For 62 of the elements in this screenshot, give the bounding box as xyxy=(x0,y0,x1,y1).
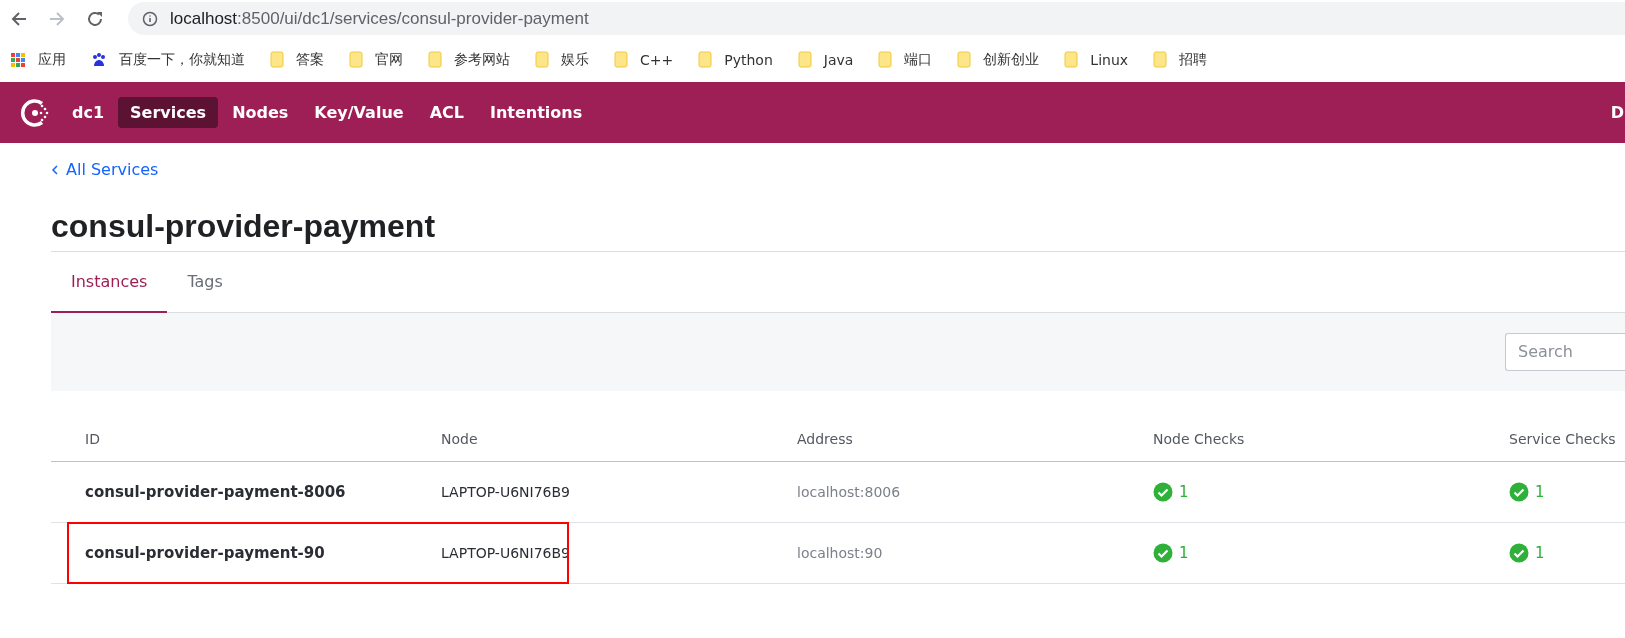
check-count: 1 xyxy=(1535,482,1545,501)
nav-item[interactable]: Nodes xyxy=(220,97,301,128)
column-header: Node xyxy=(441,430,479,447)
bookmark[interactable]: 招聘 xyxy=(1153,50,1208,69)
folder-icon xyxy=(878,51,893,68)
bookmark[interactable]: 参考网站 xyxy=(428,50,510,69)
folder-icon xyxy=(1064,51,1079,68)
page-title: consul-provider-payment xyxy=(51,207,1625,252)
nav-item[interactable]: ACL xyxy=(417,97,476,128)
check-count: 1 xyxy=(1179,543,1189,562)
table-cell-text: localhost:90 xyxy=(797,544,884,561)
url-text: localhost:8500/ui/dc1/services/consul-provider-payment xyxy=(170,8,589,29)
nav-item[interactable]: Key/Value xyxy=(302,97,416,128)
paw-icon xyxy=(91,51,107,68)
bookmark[interactable]: C++ xyxy=(614,51,674,68)
column-header: ID xyxy=(85,430,101,447)
column-header: Service Checks xyxy=(1509,430,1617,447)
back-link[interactable]: All Services xyxy=(51,160,159,179)
bookmark[interactable]: 娱乐 xyxy=(535,50,589,69)
folder-icon xyxy=(797,51,812,68)
bookmark[interactable]: 应用 xyxy=(10,50,66,69)
column-header: Address xyxy=(797,430,854,447)
check-count: 1 xyxy=(1535,543,1545,562)
folder-icon xyxy=(614,51,628,68)
folder-icon xyxy=(270,51,284,68)
check-circle-icon xyxy=(1153,481,1173,502)
nav-item[interactable]: Services xyxy=(118,97,219,128)
check-circle-icon xyxy=(1509,542,1529,563)
chevron-left-icon xyxy=(51,163,59,176)
datacenter-menu[interactable]: dc1 xyxy=(72,103,105,122)
nav-item[interactable]: Intentions xyxy=(477,97,595,128)
table-cell-text: consul-provider-payment-90 xyxy=(85,543,326,562)
search-field[interactable]: Search xyxy=(1505,332,1625,371)
info-icon xyxy=(142,10,158,27)
bookmark[interactable]: 端口 xyxy=(878,50,933,69)
apps-grid-icon xyxy=(10,51,26,68)
bookmark[interactable]: Python xyxy=(698,51,773,68)
folder-icon xyxy=(428,51,442,68)
tab[interactable]: Tags xyxy=(167,251,243,313)
folder-icon xyxy=(349,51,363,68)
bookmark[interactable]: Linux xyxy=(1064,51,1129,68)
check-circle-icon xyxy=(1509,481,1529,502)
reload-icon[interactable] xyxy=(86,9,104,28)
folder-icon xyxy=(957,51,972,68)
folder-icon xyxy=(535,51,549,68)
bookmark[interactable]: 百度一下，你就知道 xyxy=(91,50,245,69)
table-cell-text: LAPTOP-U6NI76B9 xyxy=(441,483,571,500)
bookmark[interactable]: Java xyxy=(797,51,854,68)
nav-item[interactable]: D xyxy=(1610,103,1624,122)
back-icon[interactable] xyxy=(10,9,28,28)
bookmark[interactable]: 创新创业 xyxy=(957,50,1040,69)
folder-icon xyxy=(698,51,713,68)
table-cell-text: consul-provider-payment-8006 xyxy=(85,482,347,501)
check-circle-icon xyxy=(1153,542,1173,563)
column-header: Node Checks xyxy=(1153,430,1246,447)
check-count: 1 xyxy=(1179,482,1189,501)
table-cell-text: localhost:8006 xyxy=(797,483,902,500)
address-bar[interactable]: localhost:8500/ui/dc1/services/consul-provider-payment xyxy=(128,2,1625,35)
bookmark[interactable]: 官网 xyxy=(349,50,403,69)
folder-icon xyxy=(1153,51,1168,68)
table-cell-text: LAPTOP-U6NI76B9 xyxy=(441,544,571,561)
bookmark[interactable]: 答案 xyxy=(270,50,324,69)
